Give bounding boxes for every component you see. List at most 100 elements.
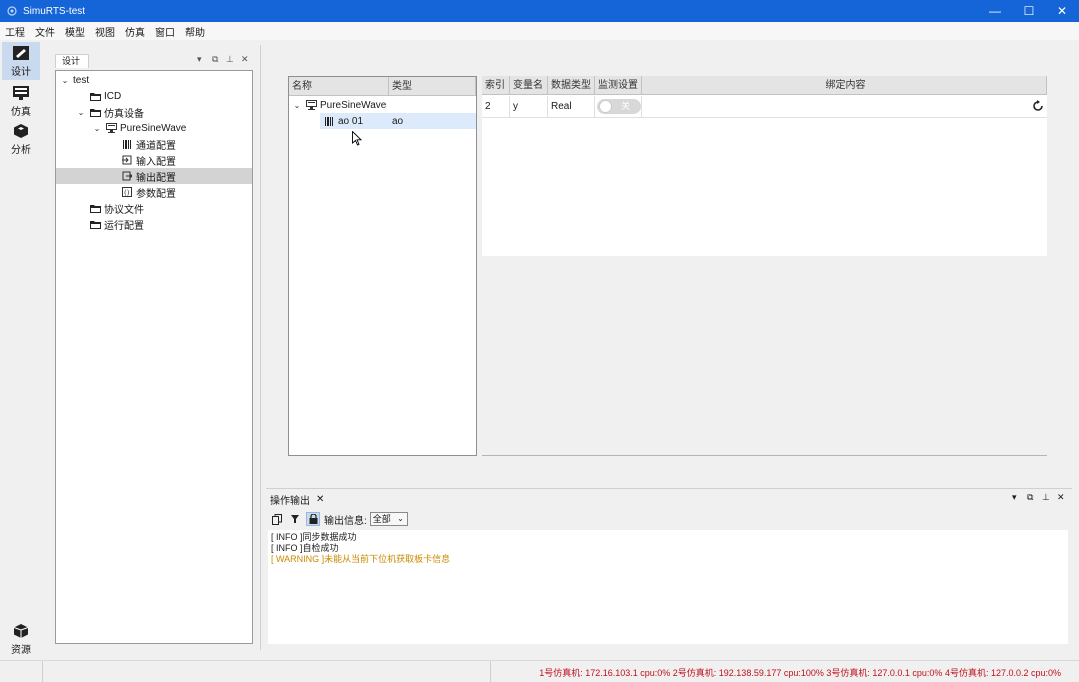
simulator-status: 1号仿真机: 172.16.103.1 cpu:0% 2号仿真机: 192.13… bbox=[539, 668, 1061, 678]
folder-icon bbox=[89, 202, 101, 214]
cell-variable: y bbox=[510, 96, 548, 118]
output-log: [ INFO ]同步数据成功 [ INFO ]自检成功 [ WARNING ]未… bbox=[268, 530, 1068, 644]
tree-item-output-config[interactable]: 输出配置 bbox=[56, 168, 252, 184]
panel-pin-icon[interactable]: ⊥ bbox=[1042, 492, 1050, 503]
chevron-down-icon[interactable]: ⌄ bbox=[60, 76, 70, 85]
tree-item-channel-config[interactable]: 通道配置 bbox=[56, 136, 252, 152]
panel-close-icon[interactable]: ✕ bbox=[241, 54, 249, 65]
window-title: SimuRTS-test bbox=[23, 5, 86, 17]
tree-item-input-config[interactable]: 输入配置 bbox=[56, 152, 252, 168]
column-header-index[interactable]: 索引 bbox=[482, 76, 510, 95]
log-line-2: [ WARNING ]未能从当前下位机获取板卡信息 bbox=[271, 554, 451, 564]
toggle-label: 关 bbox=[621, 101, 631, 111]
tree-item-devices[interactable]: ⌄ 仿真设备 bbox=[56, 104, 252, 120]
cell-datatype: Real bbox=[548, 96, 595, 118]
tree-item-label: 输入配置 bbox=[136, 156, 176, 168]
nav-analysis[interactable]: 分析 bbox=[2, 120, 40, 158]
nav-analysis-label: 分析 bbox=[11, 144, 31, 156]
tree-item-param-config[interactable]: () 参数配置 bbox=[56, 184, 252, 200]
panel-menu-icon[interactable]: ▾ bbox=[1012, 492, 1017, 503]
tab-close-icon[interactable]: ✕ bbox=[316, 494, 324, 505]
minimize-button[interactable]: — bbox=[978, 0, 1012, 22]
menu-file[interactable]: 文件 bbox=[30, 24, 60, 39]
column-header-name[interactable]: 名称 bbox=[289, 77, 389, 96]
output-tab[interactable]: 操作输出 bbox=[270, 492, 310, 507]
design-tab[interactable]: 设计 bbox=[55, 54, 89, 68]
nav-simulation[interactable]: 仿真 bbox=[2, 82, 40, 120]
cube-icon bbox=[14, 123, 28, 138]
horizontal-splitter[interactable] bbox=[266, 488, 1072, 489]
tree-item-label: 运行配置 bbox=[104, 220, 144, 232]
tree-item-label: 通道配置 bbox=[136, 140, 176, 152]
filter-select[interactable]: 全部 ⌄ bbox=[369, 512, 408, 526]
panel-menu-icon[interactable]: ▾ bbox=[197, 54, 202, 65]
folder-icon bbox=[89, 218, 101, 230]
menu-view[interactable]: 视图 bbox=[90, 24, 120, 39]
tree-item-label: 参数配置 bbox=[136, 188, 176, 200]
design-icon bbox=[13, 45, 29, 60]
signal-name: PureSineWave bbox=[320, 99, 387, 111]
panel-float-icon[interactable]: ⧉ bbox=[1027, 492, 1033, 503]
column-header-datatype[interactable]: 数据类型 bbox=[548, 76, 595, 95]
tree-item-run-config[interactable]: 运行配置 bbox=[56, 216, 252, 232]
chevron-down-icon[interactable]: ⌄ bbox=[76, 108, 86, 117]
panel-close-icon[interactable]: ✕ bbox=[1057, 492, 1065, 503]
clear-icon[interactable] bbox=[288, 512, 302, 526]
monitor-icon bbox=[13, 85, 29, 100]
nav-design-label: 设计 bbox=[11, 66, 31, 78]
project-tree: ⌄ test ICD ⌄ 仿真设备 ⌄ PureSineWave 通道配置 输入… bbox=[55, 70, 253, 644]
tree-item-label: 仿真设备 bbox=[104, 108, 144, 120]
menu-help[interactable]: 帮助 bbox=[180, 24, 210, 39]
tree-item-puresinewave[interactable]: ⌄ PureSineWave bbox=[56, 120, 252, 136]
design-panel-header: 设计 ▾ ⧉ ⊥ ✕ bbox=[55, 53, 253, 69]
menu-project[interactable]: 工程 bbox=[0, 24, 30, 39]
close-button[interactable]: ✕ bbox=[1045, 0, 1079, 22]
nav-design[interactable]: 设计 bbox=[2, 42, 40, 80]
lock-icon[interactable] bbox=[306, 512, 320, 526]
tree-item-label: ICD bbox=[104, 90, 122, 102]
tree-item-icd[interactable]: ICD bbox=[56, 88, 252, 104]
filter-label: 输出信息: bbox=[324, 515, 367, 527]
menu-window[interactable]: 窗口 bbox=[150, 24, 180, 39]
tree-item-label: PureSineWave bbox=[120, 122, 187, 134]
mouse-cursor-icon bbox=[352, 130, 363, 149]
vertical-splitter[interactable] bbox=[260, 45, 261, 650]
menu-simulation[interactable]: 仿真 bbox=[120, 24, 150, 39]
chevron-down-icon: ⌄ bbox=[397, 514, 404, 523]
table-row[interactable]: 2 y Real 关 bbox=[482, 96, 1047, 118]
column-header-monitor[interactable]: 监测设置 bbox=[595, 76, 642, 95]
tree-item-protocol-files[interactable]: 协议文件 bbox=[56, 200, 252, 216]
signal-row-ao01[interactable]: ao 01 ao bbox=[320, 113, 476, 129]
column-header-variable[interactable]: 变量名 bbox=[510, 76, 548, 95]
chevron-down-icon[interactable]: ⌄ bbox=[292, 101, 302, 110]
maximize-button[interactable]: ☐ bbox=[1012, 0, 1046, 22]
monitor-toggle[interactable]: 关 bbox=[597, 99, 641, 114]
chevron-down-icon[interactable]: ⌄ bbox=[92, 124, 102, 133]
refresh-icon[interactable] bbox=[1032, 100, 1044, 115]
box-icon bbox=[13, 623, 29, 638]
toggle-knob bbox=[599, 100, 612, 113]
panel-pin-icon[interactable]: ⊥ bbox=[226, 54, 234, 65]
copy-icon[interactable] bbox=[270, 512, 284, 526]
signal-tree: 名称 类型 ⌄ PureSineWave ao 01 ao bbox=[288, 76, 477, 456]
input-icon bbox=[121, 154, 133, 166]
panel-float-icon[interactable]: ⧉ bbox=[212, 54, 218, 65]
tree-item-test[interactable]: ⌄ test bbox=[56, 72, 252, 88]
design-panel: 设计 ▾ ⧉ ⊥ ✕ ⌄ test ICD ⌄ 仿真设备 ⌄ PureSineW… bbox=[49, 49, 255, 645]
device-icon bbox=[105, 122, 117, 134]
folder-open-icon bbox=[89, 106, 101, 118]
signal-row-device[interactable]: ⌄ PureSineWave bbox=[289, 97, 476, 113]
status-separator bbox=[42, 661, 43, 682]
barcode-icon bbox=[121, 138, 133, 150]
status-separator bbox=[490, 661, 491, 682]
column-header-binding[interactable]: 绑定内容 bbox=[642, 76, 1047, 95]
log-line-1: [ INFO ]自检成功 bbox=[271, 543, 339, 553]
nav-resources[interactable]: 资源 bbox=[2, 620, 40, 658]
column-header-type[interactable]: 类型 bbox=[389, 77, 476, 96]
tree-item-label: test bbox=[73, 74, 90, 86]
tree-item-label: 协议文件 bbox=[104, 204, 144, 216]
output-toolbar: 输出信息: 全部 ⌄ bbox=[270, 510, 1070, 528]
menu-model[interactable]: 模型 bbox=[60, 24, 90, 39]
menu-bar: 工程 文件 模型 视图 仿真 窗口 帮助 bbox=[0, 22, 1079, 40]
barcode-icon bbox=[323, 115, 335, 127]
